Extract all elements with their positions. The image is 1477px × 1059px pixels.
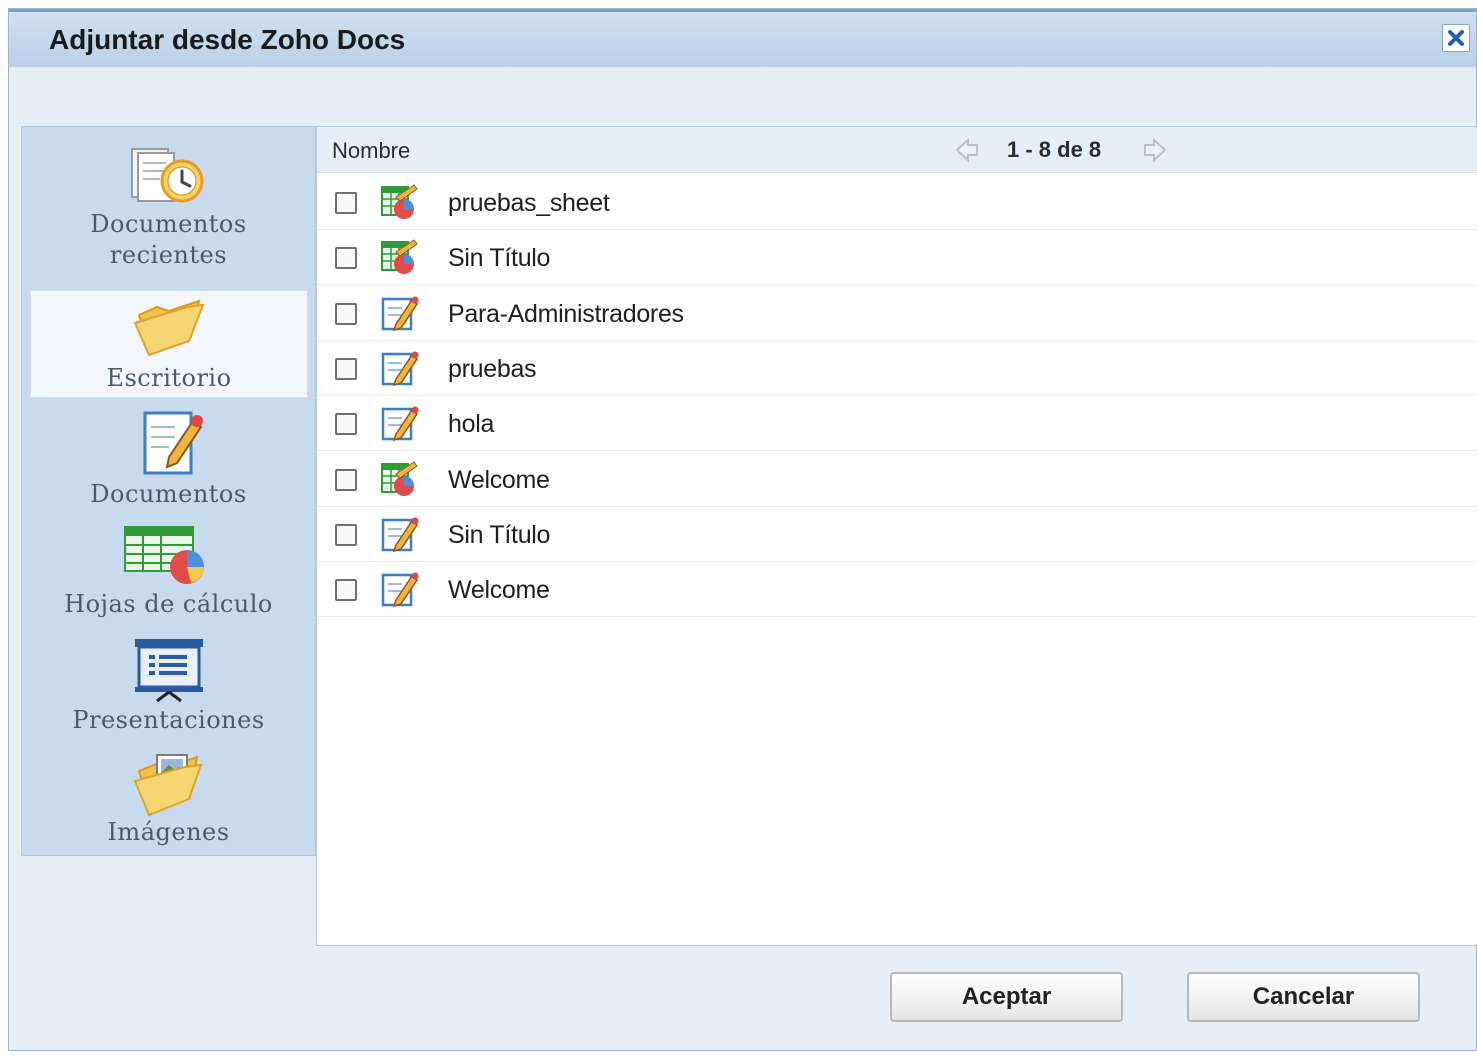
cancel-button[interactable]: Cancelar: [1187, 972, 1420, 1022]
sidebar-item-documents[interactable]: Documentos: [22, 407, 315, 513]
file-name[interactable]: Welcome: [448, 576, 550, 605]
sidebar-item-label: Documentos: [90, 210, 247, 238]
document-file-icon: [381, 351, 419, 387]
file-type-icon: [380, 460, 420, 498]
file-checkbox[interactable]: [335, 357, 357, 380]
sidebar-item-label: Imágenes: [107, 818, 230, 846]
folder-icon: [133, 299, 205, 357]
file-name[interactable]: Sin Título: [448, 521, 550, 550]
sidebar-item-label: Documentos: [90, 480, 247, 508]
file-checkbox[interactable]: [335, 302, 357, 325]
arrow-left-icon: [955, 137, 978, 163]
file-type-icon: [380, 294, 420, 332]
file-checkbox[interactable]: [335, 523, 357, 546]
previous-page-button[interactable]: [955, 137, 979, 168]
recent-documents-icon: [130, 148, 203, 203]
file-name[interactable]: hola: [448, 410, 494, 439]
accept-button[interactable]: Aceptar: [890, 972, 1123, 1022]
file-row[interactable]: Sin Título: [317, 507, 1477, 562]
close-button[interactable]: [1442, 24, 1470, 52]
sidebar-item-desktop[interactable]: Escritorio: [30, 290, 308, 398]
file-row[interactable]: Para-Administradores: [317, 286, 1477, 341]
document-icon: [143, 411, 203, 475]
document-file-icon: [381, 572, 419, 608]
sidebar-item-recent-documents[interactable]: Documentos recientes: [22, 145, 315, 275]
file-checkbox[interactable]: [335, 192, 357, 214]
attach-dialog: Adjuntar desde Zoho Docs Documentos reci…: [8, 8, 1477, 1051]
images-folder-icon: [133, 754, 202, 817]
file-checkbox[interactable]: [335, 413, 357, 436]
file-row[interactable]: Welcome: [317, 452, 1477, 507]
file-type-icon: [380, 183, 420, 221]
list-header: Nombre 1 - 8 de 8: [317, 127, 1477, 173]
file-checkbox[interactable]: [335, 468, 357, 491]
sidebar-item-spreadsheets[interactable]: Hojas de cálculo: [22, 523, 315, 623]
file-row[interactable]: Sin Título: [317, 230, 1477, 286]
spreadsheet-file-icon: [381, 184, 418, 219]
document-file-icon: [381, 517, 419, 552]
sidebar-item-presentations[interactable]: Presentaciones: [22, 635, 315, 739]
file-name[interactable]: Welcome: [448, 466, 550, 495]
file-row[interactable]: hola: [317, 396, 1477, 452]
file-checkbox[interactable]: [335, 247, 357, 270]
file-name[interactable]: pruebas_sheet: [448, 189, 610, 218]
file-type-icon: [380, 238, 420, 276]
close-icon: [1448, 30, 1464, 46]
document-file-icon: [381, 406, 419, 442]
file-type-icon: [380, 349, 420, 387]
spreadsheet-icon: [123, 526, 204, 584]
column-header-name[interactable]: Nombre: [332, 138, 410, 164]
sidebar-item-label: Hojas de cálculo: [64, 590, 273, 618]
file-type-icon: [380, 570, 420, 608]
pagination-text: 1 - 8 de 8: [1007, 137, 1102, 162]
arrow-right-icon: [1144, 137, 1167, 163]
file-row[interactable]: pruebas_sheet: [317, 175, 1477, 230]
file-type-icon: [380, 515, 420, 553]
sidebar-item-images[interactable]: Imágenes: [22, 751, 315, 853]
sidebar-item-label: Presentaciones: [72, 706, 265, 734]
file-row[interactable]: Welcome: [317, 562, 1477, 618]
file-name[interactable]: Sin Título: [448, 244, 550, 273]
file-checkbox[interactable]: [335, 579, 357, 602]
document-file-icon: [381, 296, 419, 331]
presentation-icon: [134, 639, 203, 703]
sidebar-item-label-2: recientes: [109, 241, 228, 269]
file-name[interactable]: Para-Administradores: [448, 300, 684, 329]
next-page-button[interactable]: [1143, 137, 1167, 168]
sidebar: Documentos recientes Escritorio Document…: [21, 126, 316, 856]
dialog-titlebar: Adjuntar desde Zoho Docs: [9, 9, 1476, 67]
dialog-title: Adjuntar desde Zoho Docs: [49, 24, 406, 55]
file-list-panel: Nombre 1 - 8 de 8 pruebas_sheet Sin Títul…: [316, 126, 1477, 946]
sidebar-item-label: Escritorio: [106, 364, 232, 392]
spreadsheet-file-icon: [381, 460, 418, 496]
file-type-icon: [380, 404, 420, 442]
file-name[interactable]: pruebas: [448, 355, 537, 384]
spreadsheet-file-icon: [381, 239, 418, 275]
file-row[interactable]: pruebas: [317, 341, 1477, 396]
